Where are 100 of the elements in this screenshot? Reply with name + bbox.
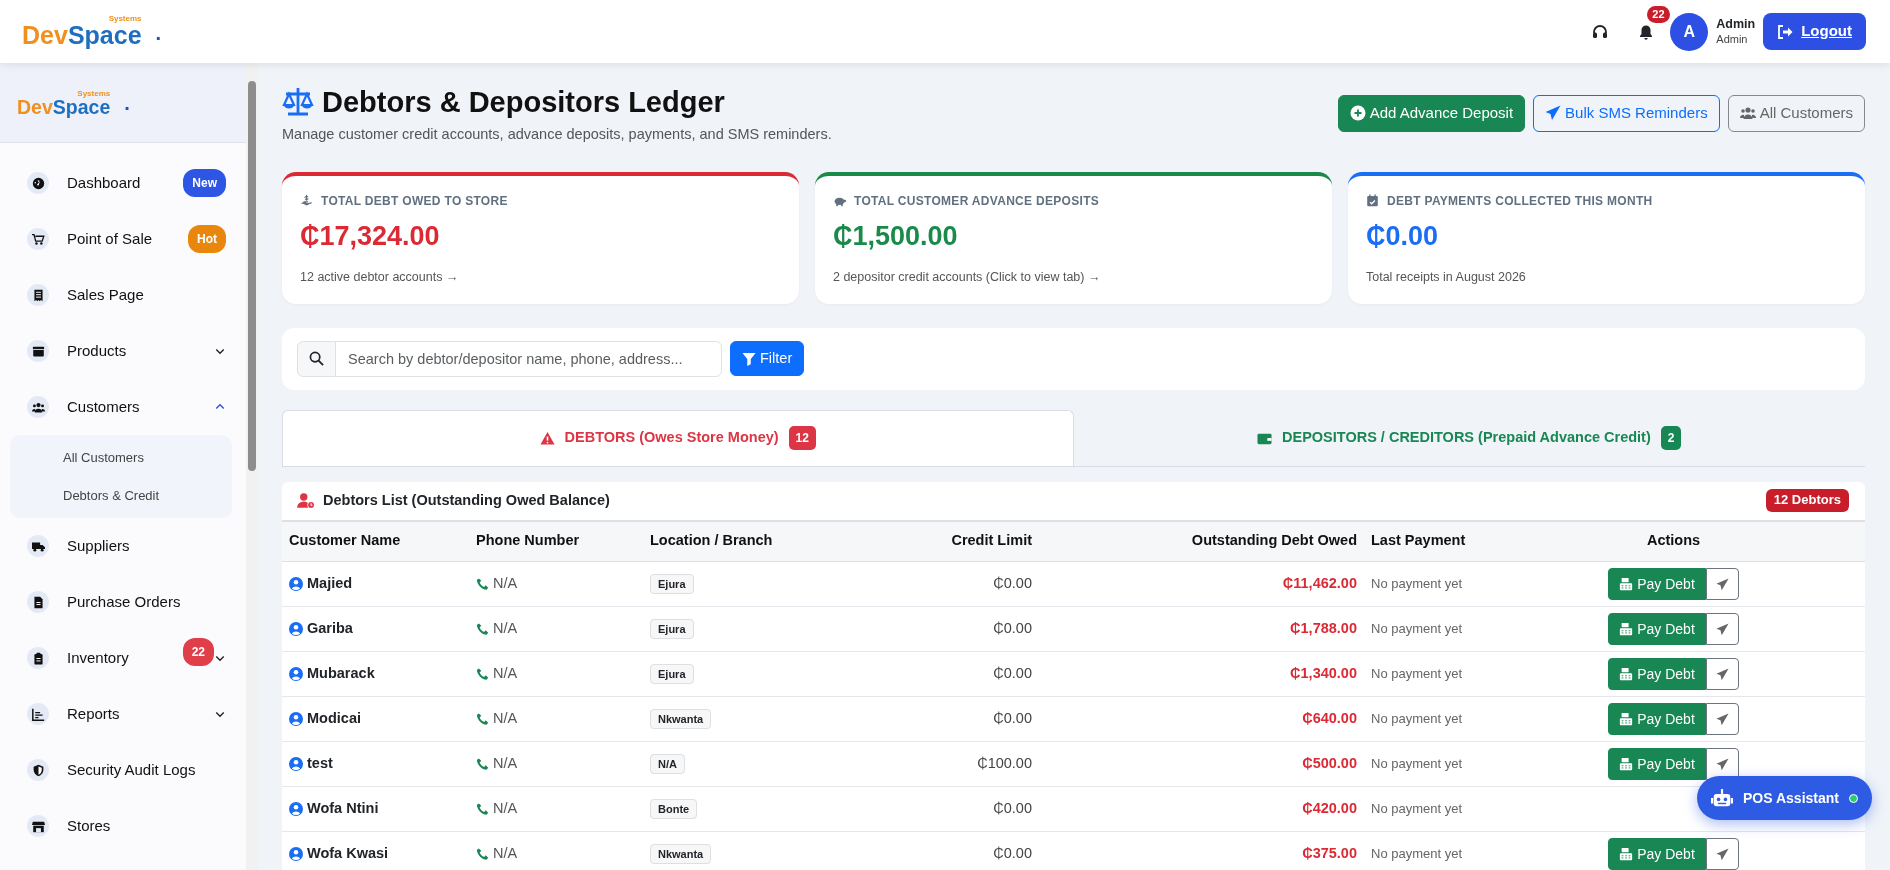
scrollbar[interactable]: [246, 63, 258, 870]
bulk-sms-button[interactable]: Bulk SMS Reminders: [1533, 95, 1720, 132]
tab[interactable]: DEPOSITORS / CREDITORS (Prepaid Advance Credit) 2: [1073, 409, 1865, 466]
last-payment: No payment yet: [1371, 801, 1463, 817]
debt-amount: ₵11,462.00: [1282, 575, 1357, 592]
stat-card[interactable]: TOTAL CUSTOMER ADVANCE DEPOSITS ₵1,500.00 2 depositor credit accounts (Click to view tab) →: [815, 171, 1332, 304]
paper-plane-icon: [1715, 622, 1729, 636]
phone-icon: [476, 622, 489, 636]
pay-debt-button[interactable]: Pay Debt: [1608, 703, 1706, 735]
search-icon: [309, 351, 324, 367]
logo-dot: .: [124, 90, 130, 116]
stat-card[interactable]: TOTAL DEBT OWED TO STORE ₵17,324.00 12 active debtor accounts →: [282, 171, 799, 304]
last-payment: No payment yet: [1371, 756, 1463, 772]
paper-plane-icon: [1715, 712, 1729, 726]
bell-icon[interactable]: [1638, 24, 1655, 41]
phone-icon: [476, 847, 489, 861]
sidebar-item[interactable]: Dashboard New: [0, 155, 246, 211]
sidebar-item[interactable]: Suppliers: [0, 518, 246, 574]
column-header: Outstanding Debt Owed: [1039, 521, 1364, 562]
sidebar-item[interactable]: Purchase Orders: [0, 574, 246, 630]
user-name: Admin: [1716, 16, 1756, 33]
paper-plane-icon: [1545, 105, 1562, 122]
credit-limit: ₵0.00: [993, 800, 1032, 817]
tab[interactable]: DEBTORS (Owes Store Money) 12: [282, 409, 1074, 466]
send-reminder-button[interactable]: [1705, 568, 1739, 600]
box-icon: [27, 340, 49, 362]
pay-debt-button[interactable]: Pay Debt: [1608, 568, 1706, 600]
plus-circle-icon: [1349, 105, 1366, 122]
pay-debt-button[interactable]: Pay Debt: [1608, 748, 1706, 780]
user-icon: [289, 667, 303, 682]
customer-name: test: [307, 754, 333, 774]
logo-text: Dev: [17, 96, 53, 118]
user-icon: [289, 757, 303, 772]
debt-amount: ₵640.00: [1302, 710, 1357, 727]
stat-note: Total receipts in August 2026: [1365, 269, 1527, 287]
all-customers-button[interactable]: All Customers: [1727, 95, 1865, 132]
send-reminder-button[interactable]: [1705, 658, 1739, 690]
robot-icon: [1711, 787, 1734, 809]
cart-icon: [27, 228, 49, 250]
credit-limit: ₵100.00: [977, 755, 1032, 772]
credit-limit: ₵0.00: [993, 710, 1032, 727]
submenu-item[interactable]: All Customers: [10, 439, 232, 477]
logo-dot: .: [155, 21, 162, 46]
paper-plane-icon: [1715, 757, 1729, 771]
pay-debt-button[interactable]: Pay Debt: [1608, 838, 1706, 870]
column-header: Phone Number: [469, 521, 643, 562]
user-avatar[interactable]: A: [1670, 12, 1709, 51]
column-header: Customer Name: [282, 521, 469, 562]
credit-limit: ₵0.00: [993, 665, 1032, 682]
phone-icon: [476, 577, 489, 591]
send-reminder-button[interactable]: [1705, 703, 1739, 735]
send-reminder-button[interactable]: [1705, 613, 1739, 645]
logo-tagline: Systems: [108, 15, 142, 23]
customer-name: Majied: [307, 574, 353, 594]
last-payment: No payment yet: [1371, 666, 1463, 682]
headset-icon[interactable]: [1592, 24, 1609, 41]
phone-number: N/A: [493, 844, 518, 864]
location-tag: Ejura: [650, 664, 694, 685]
pay-debt-button[interactable]: Pay Debt: [1608, 613, 1706, 645]
chart-icon: [27, 703, 49, 725]
funnel-icon: [742, 351, 756, 366]
filter-button[interactable]: Filter: [730, 340, 805, 377]
location-tag: Ejura: [650, 574, 694, 595]
location-tag: N/A: [650, 754, 685, 775]
count-badge: 12 Debtors: [1765, 489, 1849, 512]
column-header: Location / Branch: [643, 521, 833, 562]
logout-button[interactable]: Logout: [1763, 13, 1866, 50]
stat-card[interactable]: DEBT PAYMENTS COLLECTED THIS MONTH ₵0.00 Total receipts in August 2026: [1347, 171, 1865, 304]
customer-name: Mubarack: [307, 664, 375, 684]
user-icon: [289, 712, 303, 727]
location-tag: Nkwanta: [650, 844, 712, 865]
sidebar-item[interactable]: Products: [0, 323, 246, 379]
credit-limit: ₵0.00: [993, 575, 1032, 592]
cash-register-icon: [1619, 622, 1634, 637]
sidebar-item[interactable]: Stores: [0, 798, 246, 854]
assistant-button[interactable]: POS Assistant: [1697, 776, 1872, 820]
sidebar-item[interactable]: Sales Page: [0, 267, 246, 323]
page-title: Debtors & Depositors Ledger: [322, 85, 725, 120]
phone-number: N/A: [493, 664, 518, 684]
pay-debt-button[interactable]: Pay Debt: [1608, 658, 1706, 690]
credit-limit: ₵0.00: [993, 620, 1032, 637]
sidebar-item[interactable]: Inventory 22: [0, 630, 246, 686]
document-icon: [27, 591, 49, 613]
dashboard-icon: [27, 172, 49, 194]
sidebar-item[interactable]: Reports: [0, 686, 246, 742]
paper-plane-icon: [1715, 577, 1729, 591]
page-subtitle: Manage customer credit accounts, advance deposits, payments, and SMS reminders.: [282, 124, 832, 144]
add-deposit-button[interactable]: Add Advance Deposit: [1337, 95, 1526, 132]
shield-icon: [27, 759, 49, 781]
phone-icon: [476, 802, 489, 816]
phone-icon: [476, 667, 489, 681]
customer-name: Gariba: [307, 619, 353, 639]
sidebar-item[interactable]: Security Audit Logs: [0, 742, 246, 798]
send-reminder-button[interactable]: [1705, 838, 1739, 870]
last-payment: No payment yet: [1371, 846, 1463, 862]
sidebar-item[interactable]: Point of Sale Hot: [0, 211, 246, 267]
paper-plane-icon: [1715, 667, 1729, 681]
stat-label: DEBT PAYMENTS COLLECTED THIS MONTH: [1386, 192, 1653, 210]
sidebar-item[interactable]: Customers: [0, 379, 246, 435]
submenu-item[interactable]: Debtors & Credit: [10, 476, 232, 514]
